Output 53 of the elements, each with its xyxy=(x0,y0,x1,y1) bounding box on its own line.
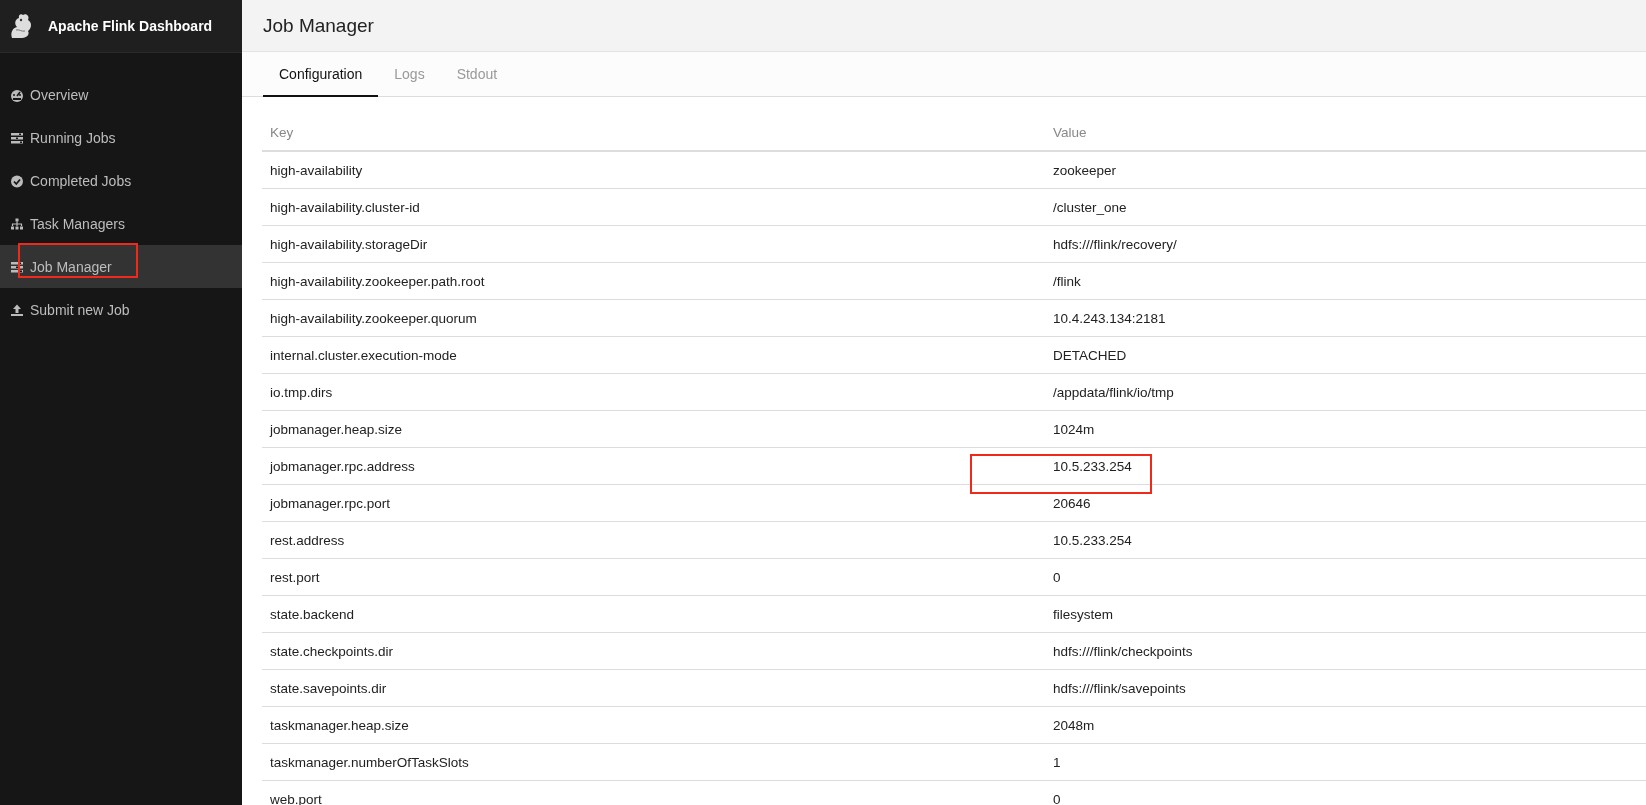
table-cell: 10.5.233.254 xyxy=(1045,521,1646,559)
table-cell: 0 xyxy=(1045,780,1646,805)
table-cell: state.checkpoints.dir xyxy=(262,632,1045,670)
squirrel-logo-icon xyxy=(8,12,34,40)
list-bars-icon xyxy=(10,130,24,145)
table-cell: /appdata/flink/io/tmp xyxy=(1045,373,1646,411)
table-cell: high-availability.storageDir xyxy=(262,225,1045,263)
table-cell: hdfs:///flink/savepoints xyxy=(1045,669,1646,707)
sidebar-item[interactable]: Task Managers xyxy=(0,202,242,245)
table-cell: taskmanager.heap.size xyxy=(262,706,1045,744)
tab[interactable]: Configuration xyxy=(263,52,379,97)
table-cell: 2048m xyxy=(1045,706,1646,744)
sidebar-item[interactable]: Job Manager xyxy=(0,245,242,288)
app-title: Apache Flink Dashboard xyxy=(48,18,213,34)
sidebar-item[interactable]: Overview xyxy=(0,73,242,116)
table-cell: 0 xyxy=(1045,558,1646,596)
hierarchy-icon xyxy=(10,216,24,231)
table-cell: hdfs:///flink/checkpoints xyxy=(1045,632,1646,670)
sidebar-item[interactable]: Submit new Job xyxy=(0,288,242,331)
table-cell: jobmanager.rpc.address xyxy=(262,447,1045,485)
table-cell: state.backend xyxy=(262,595,1045,633)
table-cell: /cluster_one xyxy=(1045,188,1646,226)
table-cell: 10.5.233.254 xyxy=(1045,447,1646,485)
dashboard-gauge-icon xyxy=(10,87,24,102)
table-cell: DETACHED xyxy=(1045,336,1646,374)
table-cell: 20646 xyxy=(1045,484,1646,522)
table-cell: hdfs:///flink/recovery/ xyxy=(1045,225,1646,263)
table-cell: jobmanager.rpc.port xyxy=(262,484,1045,522)
table-cell: zookeeper xyxy=(1045,151,1646,189)
table-cell: state.savepoints.dir xyxy=(262,669,1045,707)
check-circle-icon xyxy=(10,173,24,188)
table-cell: 1024m xyxy=(1045,410,1646,448)
page-title: Job Manager xyxy=(263,14,374,37)
table-cell: internal.cluster.execution-mode xyxy=(262,336,1045,374)
table-cell: io.tmp.dirs xyxy=(262,373,1045,411)
table-cell: rest.port xyxy=(262,558,1045,596)
table-cell: /flink xyxy=(1045,262,1646,300)
table-cell: 10.4.243.134:2181 xyxy=(1045,299,1646,337)
column-header: Key xyxy=(262,114,1045,151)
table-cell: high-availability xyxy=(262,151,1045,189)
table-cell: taskmanager.numberOfTaskSlots xyxy=(262,743,1045,781)
table-cell: filesystem xyxy=(1045,595,1646,633)
upload-icon xyxy=(10,302,24,317)
table-cell: high-availability.cluster-id xyxy=(262,188,1045,226)
table-cell: high-availability.zookeeper.quorum xyxy=(262,299,1045,337)
table-cell: 1 xyxy=(1045,743,1646,781)
table-cell: rest.address xyxy=(262,521,1045,559)
column-header: Value xyxy=(1045,114,1646,151)
table-cell: high-availability.zookeeper.path.root xyxy=(262,262,1045,300)
table-cell: jobmanager.heap.size xyxy=(262,410,1045,448)
sidebar-item[interactable]: Running Jobs xyxy=(0,116,242,159)
sidebar-item[interactable]: Completed Jobs xyxy=(0,159,242,202)
list-bars-icon xyxy=(10,259,24,274)
